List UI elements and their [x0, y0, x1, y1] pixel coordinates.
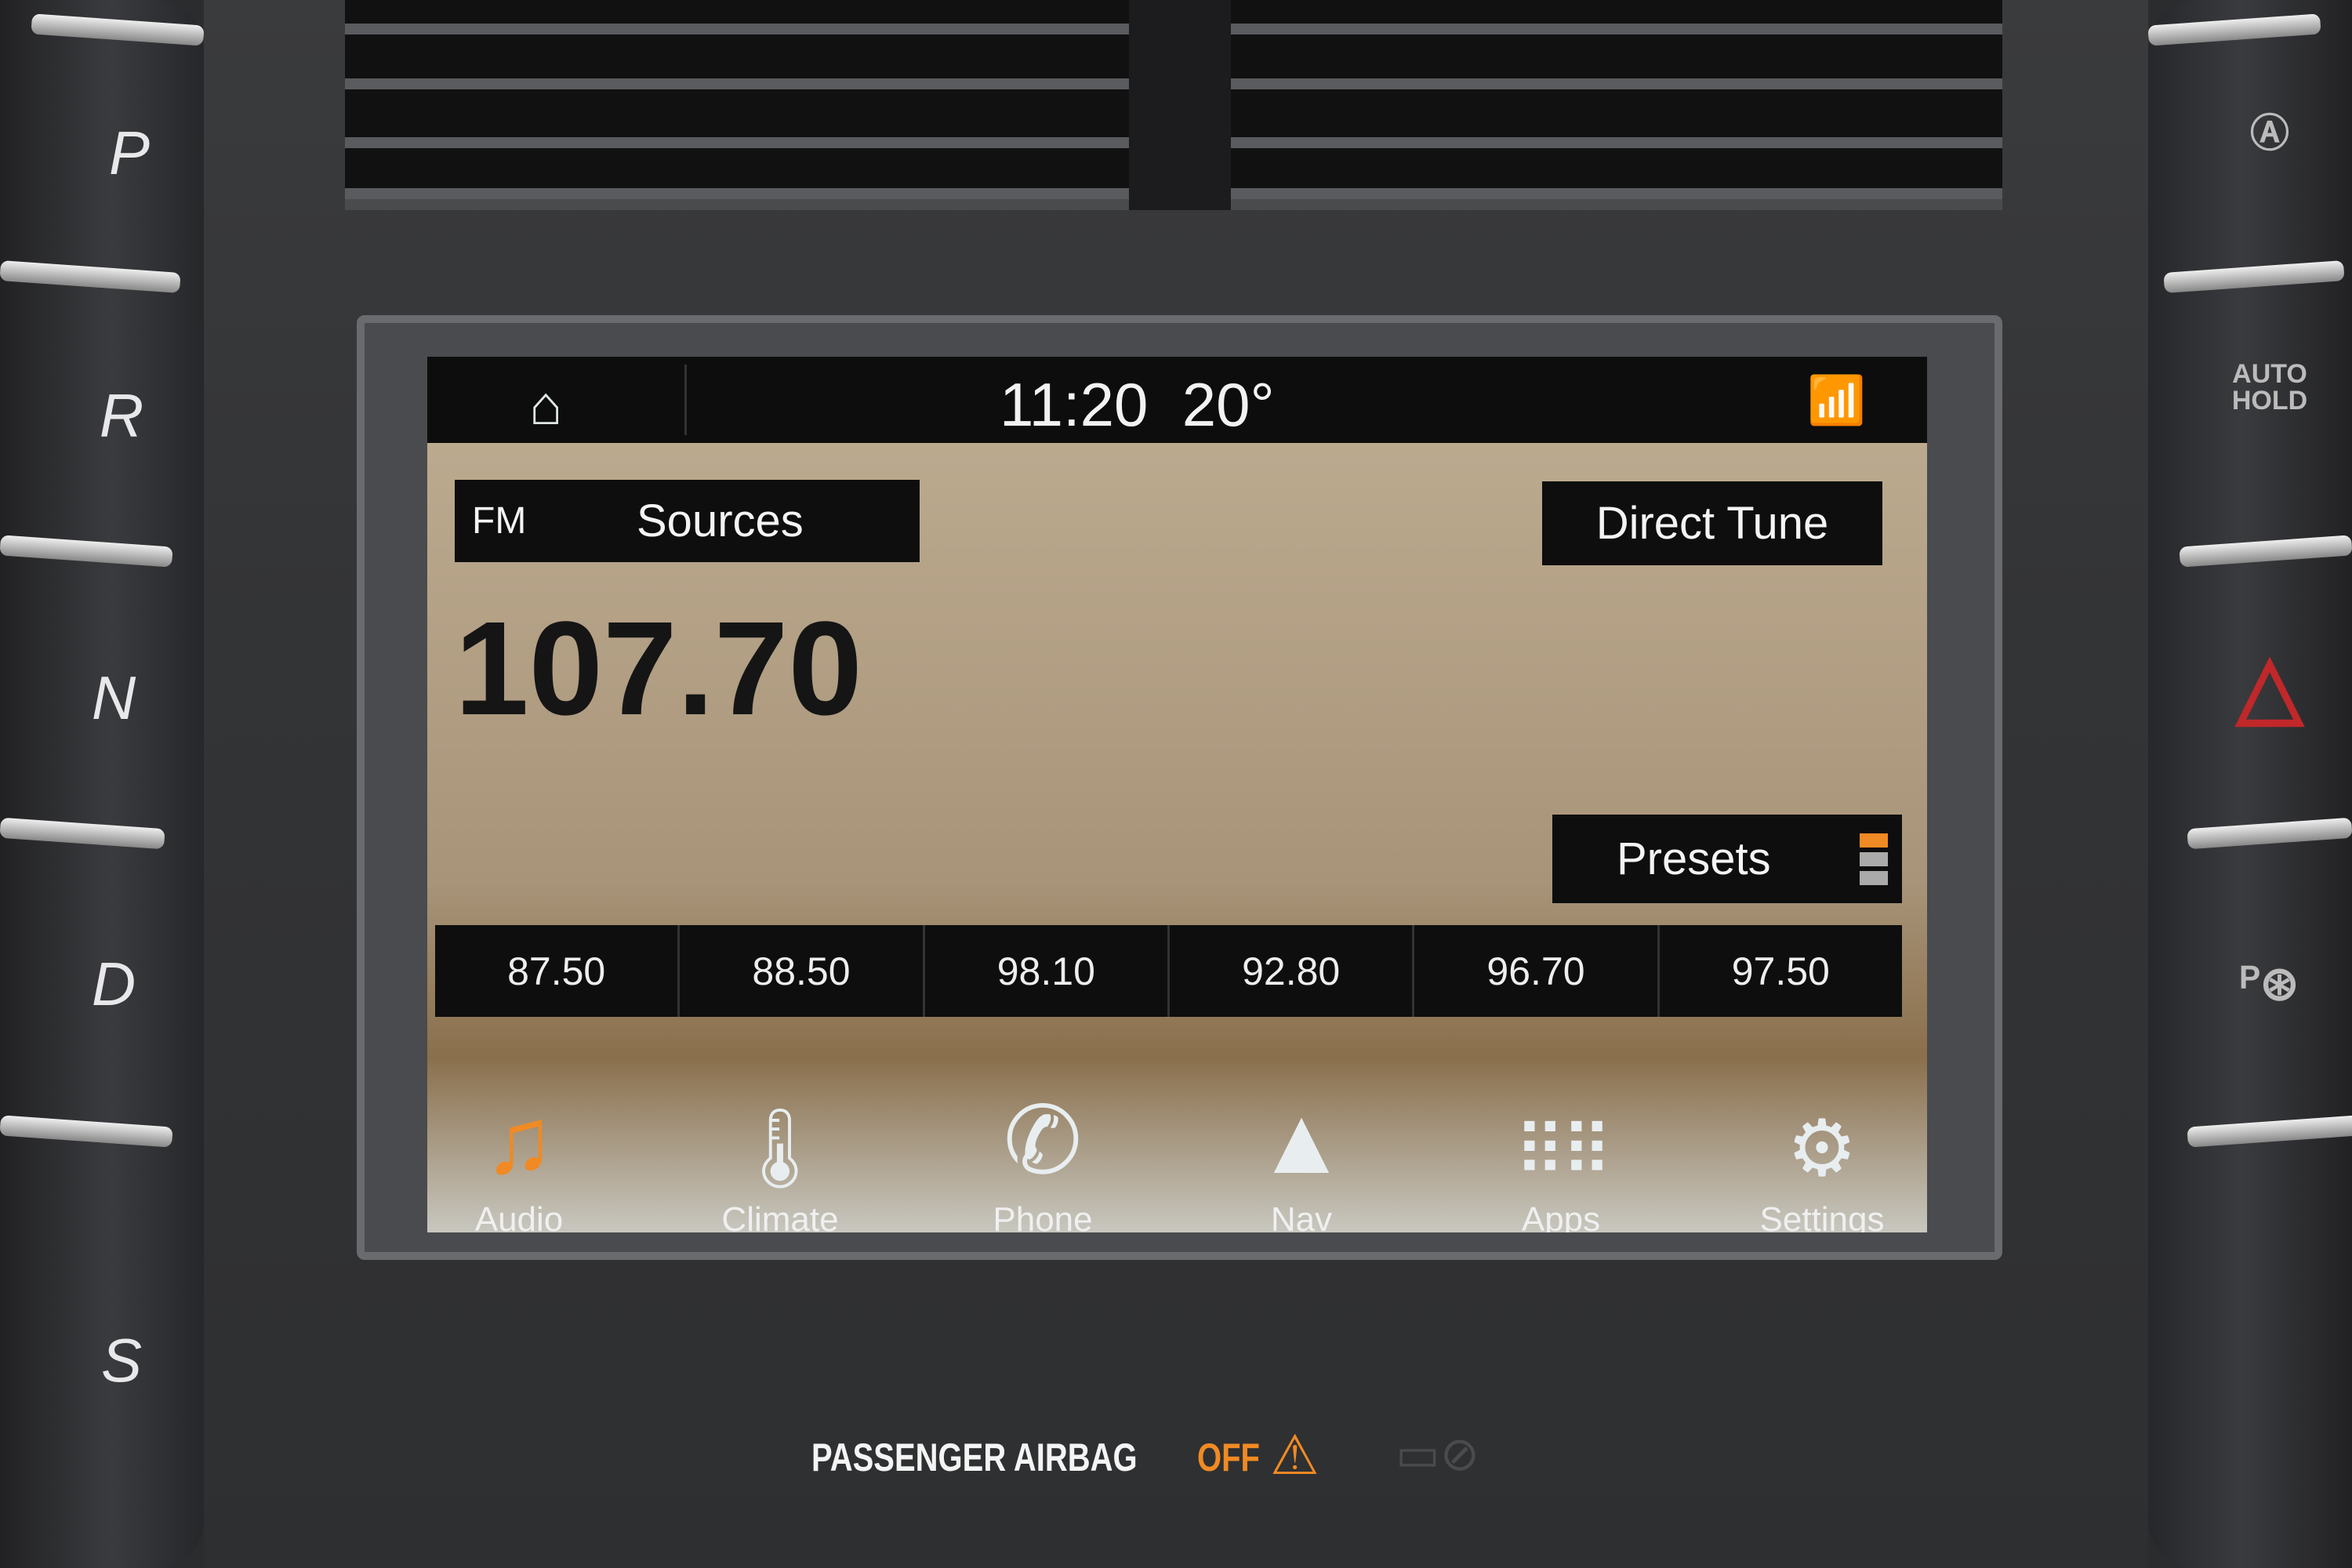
current-frequency: 107.70 [455, 594, 862, 743]
status-divider [684, 365, 687, 435]
airbag-off-indicator: OFF [1197, 1436, 1260, 1479]
dock-climate[interactable]: 🌡 Climate [678, 1078, 882, 1232]
auto-hold-label-line2: HOLD [2231, 386, 2308, 416]
dock-phone[interactable]: ✆ Phone [941, 1078, 1145, 1232]
vent-center-divider [1129, 0, 1231, 210]
auto-hold-label-line1: AUTO [2232, 359, 2307, 389]
hazard-button[interactable]: △ [2219, 643, 2321, 729]
preset-2[interactable]: 88.50 [680, 925, 925, 1017]
preset-6[interactable]: 97.50 [1660, 925, 1902, 1017]
dock-audio[interactable]: ♫ Audio [427, 1078, 621, 1232]
gear-button-drive[interactable]: D [78, 949, 149, 1020]
park-assist-steering-icon: ᴾ⊛ [2240, 957, 2299, 1010]
gear-button-neutral[interactable]: N [78, 662, 149, 734]
gear-button-sport[interactable]: S [86, 1325, 157, 1396]
presets-button[interactable]: Presets [1552, 815, 1902, 903]
auto-hold-button[interactable]: AUTO HOLD [2219, 361, 2321, 414]
preset-1[interactable]: 87.50 [435, 925, 681, 1017]
gear-button-reverse[interactable]: R [86, 380, 157, 452]
thermometer-icon: 🌡 [730, 1105, 830, 1192]
auto-start-stop-button[interactable]: Ⓐ [2219, 114, 2321, 153]
auto-start-stop-icon: Ⓐ [2250, 111, 2289, 155]
presets-label: Presets [1617, 833, 1771, 884]
right-button-panel [2148, 0, 2352, 1568]
dock-label: Settings [1759, 1200, 1885, 1232]
dock-settings[interactable]: ⚙ Settings [1720, 1078, 1924, 1232]
dock-label: Apps [1521, 1200, 1601, 1232]
home-icon[interactable]: ⌂ [529, 374, 562, 437]
park-assist-button[interactable]: ᴾ⊛ [2219, 960, 2321, 1007]
wifi-info-icon[interactable]: 📶 [1807, 372, 1866, 428]
sources-label: Sources [637, 495, 804, 546]
phone-icon: ✆ [1003, 1088, 1083, 1193]
seatbelt-indicator-icon: ▭⊘ [1396, 1428, 1479, 1480]
navigation-arrow-icon: ▲ [1254, 1088, 1348, 1193]
preset-4[interactable]: 92.80 [1170, 925, 1415, 1017]
outside-temperature: 20° [1181, 370, 1275, 439]
gears-icon: ⚙ [1787, 1105, 1857, 1192]
passenger-airbag-label: PASSENGER AIRBAG [811, 1436, 1138, 1479]
dock-apps[interactable]: ⠿⠿ Apps [1459, 1078, 1663, 1232]
dock-label: Phone [993, 1200, 1093, 1232]
preset-bar: 87.50 88.50 98.10 92.80 96.70 97.50 [435, 925, 1902, 1017]
direct-tune-button[interactable]: Direct Tune [1542, 481, 1882, 565]
presets-list-icon [1860, 833, 1888, 885]
gear-button-park[interactable]: P [94, 118, 165, 189]
dock-label: Climate [721, 1200, 839, 1232]
clock: 11:20 [1000, 370, 1149, 439]
airbag-off-icon: ⚠ [1270, 1425, 1319, 1486]
preset-3[interactable]: 98.10 [925, 925, 1170, 1017]
music-note-icon: ♫ [484, 1088, 554, 1193]
touchscreen: ⌂ 11:20 20° 📶 FM Sources Direct Tune 107… [427, 357, 1927, 1232]
band-label: FM [472, 500, 527, 542]
apps-grid-icon: ⠿⠿ [1514, 1113, 1613, 1192]
sources-button[interactable]: FM Sources [455, 480, 920, 562]
status-bar: ⌂ 11:20 20° 📶 [427, 357, 1927, 443]
dock-label: Nav [1270, 1200, 1333, 1232]
status-clock-temp: 11:20 20° [1000, 369, 1275, 441]
preset-5[interactable]: 96.70 [1414, 925, 1660, 1017]
dock-nav[interactable]: ▲ Nav [1200, 1078, 1403, 1232]
dock-label: Audio [474, 1200, 564, 1232]
hazard-triangle-icon: △ [2236, 637, 2303, 734]
